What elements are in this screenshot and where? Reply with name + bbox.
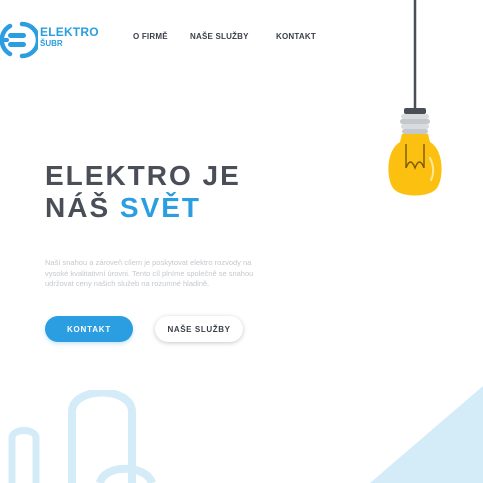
hero-title-line2: NÁŠ [45,192,111,223]
nav-link-o-firme[interactable]: O FIRMĚ [133,32,168,41]
hero-description: Naší snahou a zároveň cílem je poskytova… [45,258,254,288]
nav-link-nase-sluzby[interactable]: NAŠE SLUŽBY [190,32,249,41]
contact-button[interactable]: KONTAKT [45,316,133,342]
hero-title-accent: SVĚT [119,192,202,223]
nav-link-kontakt[interactable]: KONTAKT [276,32,316,41]
light-bulb-icon [388,0,442,196]
hero-title: ELEKTRO JE NÁŠ SVĚT [45,160,241,224]
hero-title-line1: ELEKTRO JE [45,160,241,191]
plug-outline-icon [8,390,156,483]
decorative-corner-shape [370,386,483,483]
services-button[interactable]: NAŠE SLUŽBY [155,316,243,342]
